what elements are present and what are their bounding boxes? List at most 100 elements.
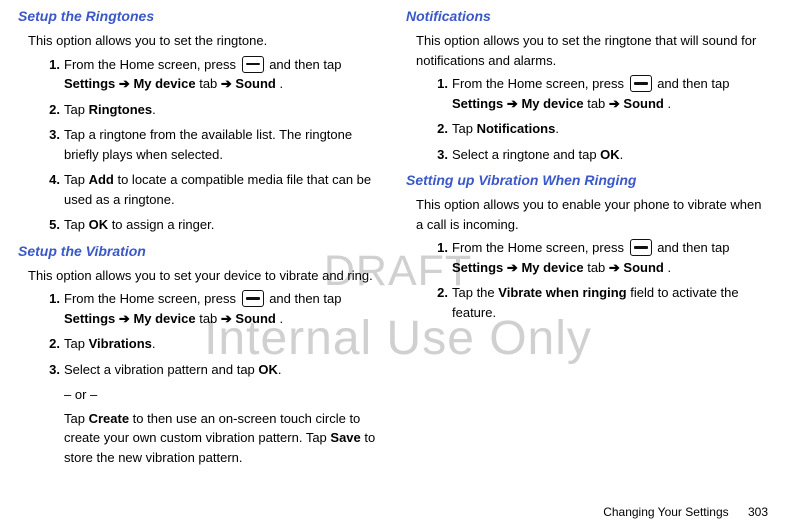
text: tab	[199, 311, 221, 326]
text: Tap a ringtone from the available list. …	[64, 127, 352, 162]
heading-vibration-when-ringing: Setting up Vibration When Ringing	[406, 170, 768, 191]
arrow-icon: ➔	[221, 311, 236, 326]
item-number: 2.	[40, 100, 60, 120]
text: tab	[587, 260, 609, 275]
bold: My device	[521, 96, 583, 111]
intro-setup-vibration: This option allows you to set your devic…	[28, 266, 380, 286]
bold: OK	[89, 217, 109, 232]
bold: Sound	[623, 260, 663, 275]
text: Tap	[64, 217, 89, 232]
arrow-icon: ➔	[221, 76, 236, 91]
list-setup-vibration: 1. From the Home screen, press and then …	[46, 289, 380, 379]
item-number: 1.	[428, 74, 448, 94]
list-notifications: 1. From the Home screen, press and then …	[434, 74, 768, 164]
text: .	[620, 147, 624, 162]
list-item: 3. Select a ringtone and tap OK.	[434, 145, 768, 165]
list-item: 1. From the Home screen, press and then …	[46, 289, 380, 328]
bold: Settings	[452, 96, 503, 111]
bold: Settings	[64, 311, 115, 326]
item-number: 3.	[40, 360, 60, 380]
arrow-icon: ➔	[609, 96, 624, 111]
bold: My device	[133, 76, 195, 91]
intro-setup-ringtones: This option allows you to set the ringto…	[28, 31, 380, 51]
list-setup-ringtones: 1. From the Home screen, press and then …	[46, 55, 380, 235]
text: .	[555, 121, 559, 136]
text: and then tap	[269, 57, 341, 72]
or-divider: – or –	[64, 385, 380, 405]
list-item: 1. From the Home screen, press and then …	[434, 74, 768, 113]
arrow-icon: ➔	[609, 260, 624, 275]
bold: Sound	[623, 96, 663, 111]
bold: Save	[330, 430, 360, 445]
bold: Vibrations	[89, 336, 152, 351]
list-item: 1. From the Home screen, press and then …	[434, 238, 768, 277]
home-button-icon	[242, 290, 264, 307]
bold: Vibrate when ringing	[498, 285, 626, 300]
bold: Ringtones	[89, 102, 153, 117]
home-button-icon	[630, 239, 652, 256]
text: Tap	[64, 336, 89, 351]
text: Select a vibration pattern and tap	[64, 362, 258, 377]
list-item: 1. From the Home screen, press and then …	[46, 55, 380, 94]
bold: Add	[89, 172, 114, 187]
list-item: 5. Tap OK to assign a ringer.	[46, 215, 380, 235]
text: to assign a ringer.	[108, 217, 214, 232]
bold: Create	[89, 411, 129, 426]
bold: My device	[133, 311, 195, 326]
text: From the Home screen, press	[452, 76, 628, 91]
item-number: 2.	[428, 283, 448, 303]
text: .	[152, 102, 156, 117]
right-column: Notifications This option allows you to …	[406, 4, 768, 473]
list-item: 3. Select a vibration pattern and tap OK…	[46, 360, 380, 380]
text: tab	[199, 76, 221, 91]
list-item: 2. Tap Vibrations.	[46, 334, 380, 354]
intro-notifications: This option allows you to set the ringto…	[416, 31, 768, 70]
text: .	[667, 96, 671, 111]
text: .	[279, 76, 283, 91]
text: .	[152, 336, 156, 351]
arrow-icon: ➔	[507, 260, 522, 275]
text: Tap	[452, 121, 477, 136]
text: and then tap	[657, 76, 729, 91]
page-footer: Changing Your Settings 303	[603, 503, 768, 521]
home-button-icon	[242, 56, 264, 73]
home-button-icon	[630, 75, 652, 92]
text: From the Home screen, press	[64, 291, 240, 306]
bold: My device	[521, 260, 583, 275]
arrow-icon: ➔	[507, 96, 522, 111]
list-item: 2. Tap Notifications.	[434, 119, 768, 139]
list-item: 3. Tap a ringtone from the available lis…	[46, 125, 380, 164]
list-item: 4. Tap Add to locate a compatible media …	[46, 170, 380, 209]
arrow-icon: ➔	[119, 76, 134, 91]
text: Tap	[64, 411, 89, 426]
content-columns: Setup the Ringtones This option allows y…	[18, 4, 768, 473]
list-item: 2. Tap the Vibrate when ringing field to…	[434, 283, 768, 322]
text: .	[279, 311, 283, 326]
intro-vibration-when-ringing: This option allows you to enable your ph…	[416, 195, 768, 234]
text: From the Home screen, press	[64, 57, 240, 72]
item-number: 1.	[428, 238, 448, 258]
footer-section: Changing Your Settings	[603, 505, 728, 519]
item-number: 5.	[40, 215, 60, 235]
left-column: Setup the Ringtones This option allows y…	[18, 4, 380, 473]
text: Select a ringtone and tap	[452, 147, 600, 162]
text: Tap the	[452, 285, 498, 300]
bold: Settings	[64, 76, 115, 91]
item-number: 2.	[428, 119, 448, 139]
bold: OK	[258, 362, 278, 377]
item-number: 2.	[40, 334, 60, 354]
text: tab	[587, 96, 609, 111]
heading-notifications: Notifications	[406, 6, 768, 27]
text: .	[278, 362, 282, 377]
bold: Sound	[235, 76, 275, 91]
text: Tap	[64, 172, 89, 187]
item-number: 3.	[40, 125, 60, 145]
bold: OK	[600, 147, 620, 162]
text: Tap	[64, 102, 89, 117]
item-number: 1.	[40, 55, 60, 75]
bold: Notifications	[477, 121, 556, 136]
bold: Settings	[452, 260, 503, 275]
text: .	[667, 260, 671, 275]
list-item: 2. Tap Ringtones.	[46, 100, 380, 120]
text: From the Home screen, press	[452, 240, 628, 255]
